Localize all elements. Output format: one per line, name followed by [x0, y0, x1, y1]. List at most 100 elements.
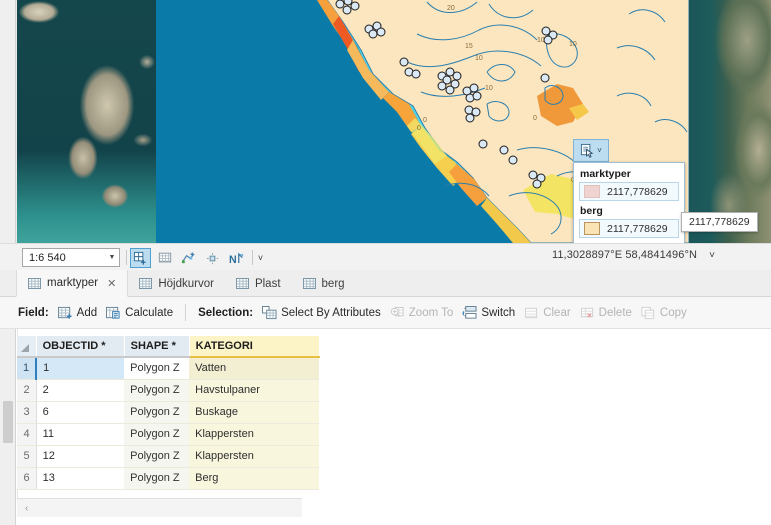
snapping-tool-button[interactable] — [202, 248, 223, 268]
select-by-attributes-label: Select By Attributes — [281, 306, 381, 319]
cell-kategori[interactable]: Klappersten — [189, 423, 320, 446]
cell-kategori[interactable]: Klappersten — [189, 445, 320, 468]
map-scale-combo[interactable]: 1:6 540 ▼ — [22, 248, 120, 267]
edit-vertices-tool-button[interactable] — [178, 248, 199, 268]
tab-marktyper[interactable]: marktyper ✕ — [16, 270, 129, 297]
column-header-shape[interactable]: SHAPE * — [124, 336, 190, 358]
identify-tool-button[interactable]: ˅ — [573, 139, 609, 162]
cell-kategori[interactable]: Buskage — [189, 401, 320, 424]
tab-berg[interactable]: berg — [292, 270, 356, 297]
select-features-tool-button[interactable] — [130, 248, 151, 268]
svg-text:0: 0 — [417, 125, 421, 132]
attribute-grid[interactable]: OBJECTID * SHAPE * KATEGORI 1 1 Polygon … — [17, 336, 320, 490]
close-icon[interactable]: ✕ — [107, 277, 116, 290]
map-view[interactable]: 20 15 10 10 10 10 0 0 0 0 0 — [0, 0, 771, 243]
attribute-table-tabs[interactable]: marktyper ✕ Höjdkurvor Plast berg — [16, 270, 356, 297]
tab-hojdkurvor[interactable]: Höjdkurvor — [128, 270, 225, 297]
map-tools-overflow-button[interactable]: ˅ — [250, 248, 271, 268]
cell-shape[interactable]: Polygon Z — [124, 445, 190, 468]
zoom-to-button: Zoom To — [390, 306, 453, 320]
coordinates-chevron-down-icon[interactable]: ˅ — [709, 250, 715, 261]
identify-dropdown-caret[interactable]: ˅ — [596, 146, 602, 155]
table-row[interactable]: 3 6 Polygon Z Buskage — [17, 401, 320, 424]
clear-selection-label: Clear — [543, 306, 571, 319]
delete-selection-label: Delete — [598, 306, 632, 319]
map-coordinates: 11,3028897°E 58,4841496°N — [551, 249, 697, 261]
attribute-table[interactable]: OBJECTID * SHAPE * KATEGORI 1 1 Polygon … — [0, 329, 771, 525]
row-number[interactable]: 1 — [17, 357, 37, 380]
attribute-table-toolbar: Field: Add Calculate Selection: Select B… — [0, 297, 771, 329]
identify-tool-icon — [581, 143, 594, 158]
select-by-attributes-icon — [262, 305, 277, 319]
table-row[interactable]: 1 1 Polygon Z Vatten — [17, 357, 320, 380]
cell-shape[interactable]: Polygon Z — [124, 423, 190, 446]
map-canvas[interactable]: 20 15 10 10 10 10 0 0 0 0 0 — [17, 0, 771, 243]
row-number[interactable]: 6 — [17, 467, 37, 490]
horizontal-scrollbar[interactable]: ‹ — [17, 498, 302, 517]
table-row[interactable]: 4 11 Polygon Z Klappersten — [17, 423, 320, 446]
cell-objectid[interactable]: 2 — [36, 379, 125, 402]
select-all-icon — [21, 344, 29, 352]
snapping-icon — [206, 252, 219, 264]
row-number[interactable]: 2 — [17, 379, 37, 402]
svg-text:15: 15 — [465, 43, 473, 50]
chevron-down-icon[interactable]: ▼ — [105, 254, 119, 261]
scroll-left-icon[interactable]: ‹ — [25, 503, 28, 514]
add-field-button[interactable]: Add — [57, 306, 98, 320]
copy-selection-label: Copy — [659, 306, 687, 319]
vertical-scrollbar-thumb[interactable] — [3, 401, 13, 443]
select-by-attributes-button[interactable]: Select By Attributes — [262, 305, 381, 320]
copy-selection-icon — [641, 306, 655, 319]
toolbar-divider — [252, 250, 253, 265]
svg-text:10: 10 — [569, 41, 577, 48]
select-all-corner[interactable] — [17, 336, 37, 358]
selection-group-label: Selection: — [198, 306, 254, 319]
identify-result-row[interactable]: 2117,778629 — [579, 182, 679, 201]
cell-objectid[interactable]: 12 — [36, 445, 125, 468]
grid-tool-button[interactable] — [154, 248, 175, 268]
select-features-icon — [133, 251, 146, 265]
row-number[interactable]: 5 — [17, 445, 37, 468]
chevron-down-icon[interactable]: ˅ — [258, 253, 263, 263]
table-row[interactable]: 6 13 Polygon Z Berg — [17, 467, 320, 490]
svg-text:0: 0 — [533, 115, 537, 122]
column-header-objectid[interactable]: OBJECTID * — [36, 336, 125, 358]
identify-result-row[interactable]: 2117,778629 — [579, 219, 679, 238]
toolbar-divider — [185, 304, 187, 321]
copy-selection-button: Copy — [641, 306, 687, 320]
cell-objectid[interactable]: 6 — [36, 401, 125, 424]
cell-objectid[interactable]: 11 — [36, 423, 125, 446]
table-row[interactable]: 5 12 Polygon Z Klappersten — [17, 445, 320, 468]
cell-shape[interactable]: Polygon Z — [124, 379, 190, 402]
map-left-gutter — [0, 0, 16, 243]
north-arrow-tool-button[interactable]: N — [226, 248, 247, 268]
tab-plast[interactable]: Plast — [225, 270, 292, 297]
switch-selection-button[interactable]: Switch — [462, 305, 515, 320]
identify-group-title-marktyper: marktyper — [580, 168, 631, 180]
map-scale-value[interactable]: 1:6 540 — [23, 252, 105, 264]
add-field-label: Add — [76, 306, 98, 319]
cell-shape[interactable]: Polygon Z — [124, 467, 190, 490]
table-left-gutter — [0, 329, 16, 525]
table-row[interactable]: 2 2 Polygon Z Havstulpaner — [17, 379, 320, 402]
cell-objectid[interactable]: 1 — [35, 357, 125, 380]
row-number[interactable]: 3 — [17, 401, 37, 424]
map-tool-buttons[interactable]: N ˅ — [130, 248, 271, 268]
identify-group-title-berg: berg — [580, 205, 603, 217]
cell-shape[interactable]: Polygon Z — [124, 357, 190, 380]
delete-selection-button: Delete — [580, 306, 632, 320]
cell-kategori[interactable]: Berg — [189, 467, 320, 490]
delete-selection-icon — [580, 307, 593, 318]
table-icon — [302, 278, 316, 289]
column-header-kategori[interactable]: KATEGORI — [189, 336, 320, 358]
cell-kategori[interactable]: Havstulpaner — [189, 379, 320, 402]
tab-label: Höjdkurvor — [158, 277, 214, 290]
cell-shape[interactable]: Polygon Z — [124, 401, 190, 424]
tab-label: marktyper — [47, 277, 99, 289]
row-number[interactable]: 4 — [17, 423, 37, 446]
cell-objectid[interactable]: 13 — [36, 467, 125, 490]
cell-kategori[interactable]: Vatten — [189, 357, 320, 380]
calculate-field-button[interactable]: Calculate — [106, 306, 173, 320]
svg-text:10: 10 — [485, 85, 493, 92]
identify-results-panel[interactable]: marktyper 2117,778629 berg 2117,778629 — [573, 162, 685, 243]
